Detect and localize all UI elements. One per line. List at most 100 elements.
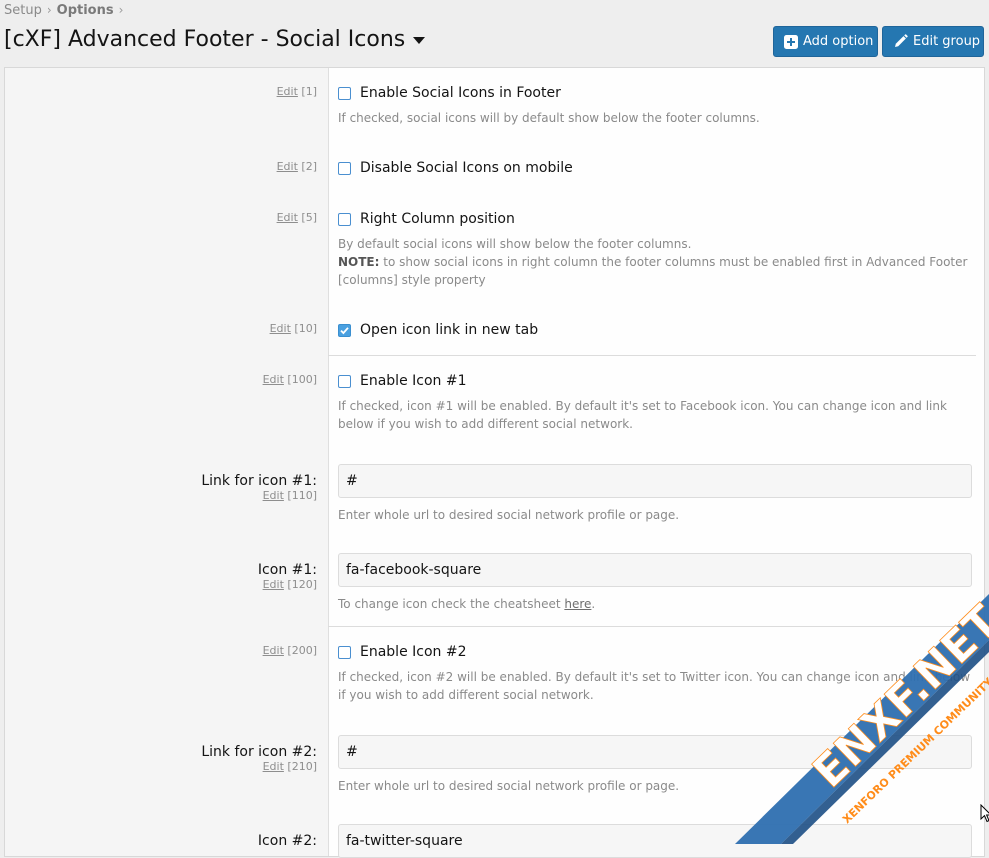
edit-line: Edit [5] <box>277 211 317 224</box>
add-option-button[interactable]: Add option <box>773 26 878 57</box>
edit-line: Edit [1] <box>277 85 317 98</box>
section-divider <box>328 355 976 356</box>
breadcrumb-setup[interactable]: Setup <box>4 3 42 18</box>
checkbox-disable-on-mobile[interactable]: Disable Social Icons on mobile <box>338 160 972 176</box>
breadcrumb: Setup › Options › <box>4 3 128 18</box>
checkbox-icon[interactable] <box>338 86 351 100</box>
display-order: [200] <box>287 644 317 657</box>
display-order: [100] <box>287 373 317 386</box>
checkbox-enable-icon-2[interactable]: Enable Icon #2 <box>338 644 972 660</box>
option-control: Enable Icon #2 If checked, icon #2 will … <box>338 644 972 704</box>
display-order: [2] <box>301 160 317 173</box>
display-order: [210] <box>287 760 317 773</box>
hint-text: . <box>591 597 596 611</box>
option-meta: Icon #1: Edit [120] <box>258 562 317 591</box>
breadcrumb-options[interactable]: Options <box>57 3 114 18</box>
edit-group-label: Edit group <box>913 34 981 49</box>
edit-line: Edit [120] <box>258 578 317 591</box>
option-control: Open icon link in new tab <box>338 322 972 338</box>
edit-link[interactable]: Edit <box>263 644 284 657</box>
mouse-cursor-icon <box>980 804 989 823</box>
option-hint: Enter whole url to desired social networ… <box>338 779 680 793</box>
plus-square-icon <box>784 34 798 49</box>
section-divider <box>328 626 976 627</box>
field-label: Icon #1: <box>257 562 317 578</box>
edit-link[interactable]: Edit <box>277 85 298 98</box>
link-icon-2-input[interactable]: # <box>338 735 972 769</box>
add-option-label: Add option <box>803 34 874 49</box>
option-meta: Edit [10] <box>270 322 317 335</box>
edit-line: Edit [200] <box>263 644 317 657</box>
option-meta: Link for icon #2: Edit [210] <box>201 744 317 773</box>
checkbox-right-column-position[interactable]: Right Column position <box>338 211 972 227</box>
option-control: # Enter whole url to desired social netw… <box>338 735 972 795</box>
option-hint: If checked, icon #2 will be enabled. By … <box>338 670 971 702</box>
display-order: [1] <box>301 85 317 98</box>
option-hint: Enter whole url to desired social networ… <box>338 508 680 522</box>
checkbox-icon[interactable] <box>338 212 351 226</box>
option-control: Enable Social Icons in Footer If checked… <box>338 85 972 127</box>
edit-line: Edit [100] <box>263 373 317 386</box>
checkbox-icon[interactable] <box>338 374 351 388</box>
option-control: Enable Icon #1 If checked, icon #1 will … <box>338 373 972 433</box>
breadcrumb-separator: › <box>118 3 124 17</box>
edit-line: Edit [210] <box>201 760 317 773</box>
hint-text: To change icon check the cheatsheet <box>338 597 565 611</box>
icon-2-input[interactable]: fa-twitter-square <box>338 824 972 858</box>
option-meta: Edit [2] <box>277 160 317 173</box>
edit-link[interactable]: Edit <box>277 211 298 224</box>
options-panel: Edit [1] Enable Social Icons in Footer I… <box>4 67 985 858</box>
edit-link[interactable]: Edit <box>277 160 298 173</box>
option-control: Disable Social Icons on mobile <box>338 160 972 176</box>
edit-line: Edit [110] <box>201 489 317 502</box>
checkbox-label: Enable Icon #2 <box>360 644 467 660</box>
cheatsheet-link[interactable]: here <box>564 597 591 611</box>
checkbox-open-new-tab[interactable]: Open icon link in new tab <box>338 322 972 338</box>
breadcrumb-separator: › <box>46 3 52 17</box>
page-title[interactable]: [cXF] Advanced Footer - Social Icons <box>4 27 426 52</box>
option-control: Right Column position By default social … <box>338 211 972 289</box>
link-icon-1-input[interactable]: # <box>338 464 972 498</box>
option-hint: To change icon check the cheatsheet here… <box>338 595 972 613</box>
field-label: Link for icon #2: <box>201 744 317 760</box>
checkbox-label: Enable Icon #1 <box>360 373 467 389</box>
checkbox-enable-social-icons[interactable]: Enable Social Icons in Footer <box>338 85 972 101</box>
field-label: Link for icon #1: <box>201 473 317 489</box>
edit-link[interactable]: Edit <box>263 489 284 502</box>
edit-link[interactable]: Edit <box>263 578 284 591</box>
option-control: fa-facebook-square To change icon check … <box>338 553 972 613</box>
checkbox-icon-checked[interactable] <box>338 323 351 337</box>
option-meta: Edit [1] <box>277 85 317 98</box>
option-hint: By default social icons will show below … <box>338 235 972 289</box>
option-hint: If checked, icon #1 will be enabled. By … <box>338 399 947 431</box>
check-icon <box>340 326 349 334</box>
edit-link[interactable]: Edit <box>263 760 284 773</box>
edit-link[interactable]: Edit <box>263 373 284 386</box>
display-order: [120] <box>287 578 317 591</box>
checkbox-enable-icon-1[interactable]: Enable Icon #1 <box>338 373 972 389</box>
checkbox-label: Right Column position <box>360 211 515 227</box>
checkbox-label: Open icon link in new tab <box>360 322 539 338</box>
caret-down-icon[interactable] <box>413 36 426 44</box>
field-label: Icon #2: <box>257 833 317 849</box>
option-control: fa-twitter-square <box>338 824 972 858</box>
checkbox-label: Disable Social Icons on mobile <box>360 160 573 176</box>
checkbox-icon[interactable] <box>338 645 351 659</box>
icon-1-input[interactable]: fa-facebook-square <box>338 553 972 587</box>
option-meta: Edit [200] <box>263 644 317 657</box>
display-order: [5] <box>301 211 317 224</box>
hint-note-label: NOTE: <box>338 255 380 269</box>
option-meta: Link for icon #1: Edit [110] <box>201 473 317 502</box>
option-control: # Enter whole url to desired social netw… <box>338 464 972 524</box>
hint-line: By default social icons will show below … <box>338 237 692 251</box>
edit-link[interactable]: Edit <box>270 322 291 335</box>
option-meta: Icon #2: <box>258 833 317 849</box>
pencil-icon <box>893 34 908 49</box>
checkbox-icon[interactable] <box>338 161 351 175</box>
edit-group-button[interactable]: Edit group <box>882 26 984 57</box>
display-order: [110] <box>287 489 317 502</box>
display-order: [10] <box>294 322 317 335</box>
page-title-text: [cXF] Advanced Footer - Social Icons <box>4 27 406 52</box>
checkbox-label: Enable Social Icons in Footer <box>360 85 561 101</box>
option-hint: If checked, social icons will by default… <box>338 111 760 125</box>
